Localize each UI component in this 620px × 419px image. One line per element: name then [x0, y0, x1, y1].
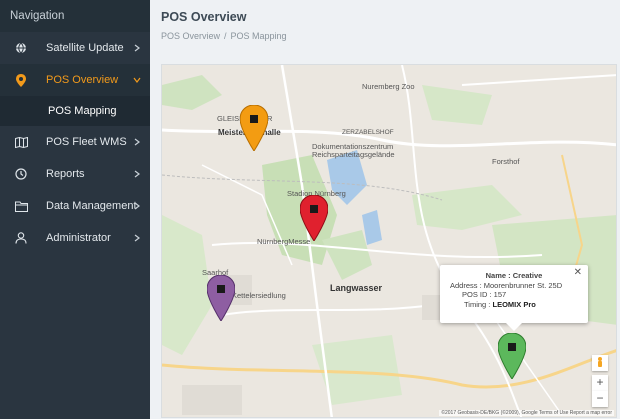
- close-icon[interactable]: ✕: [574, 268, 582, 278]
- sidebar: Navigation Satellite Update POS Overview…: [0, 0, 150, 419]
- info-timing-label: Timing :: [464, 299, 491, 309]
- info-name: Name : Creative: [485, 271, 543, 280]
- clock-icon: [14, 167, 28, 181]
- sidebar-item-administrator[interactable]: Administrator: [0, 222, 150, 254]
- sidebar-item-data-management[interactable]: Data Management: [0, 190, 150, 222]
- breadcrumb: POS Overview / POS Mapping: [161, 31, 287, 41]
- map-attribution: ©2017 Geobasis-DE/BKG (©2009), Google Te…: [439, 410, 614, 416]
- main-content: POS Overview POS Overview /POS Mapping: [150, 0, 620, 419]
- map-label-kettelersiedlung: Kettelersiedlung: [232, 291, 286, 300]
- zoom-out-button[interactable]: −: [592, 391, 608, 407]
- sidebar-item-label: POS Overview: [46, 74, 119, 86]
- map-label-forsthof: Forsthof: [492, 157, 520, 166]
- breadcrumb-separator: /: [224, 31, 227, 41]
- map-fold-icon: [14, 135, 28, 149]
- purple-pin[interactable]: [207, 275, 235, 321]
- page-title: POS Overview: [161, 10, 247, 24]
- info-address: Address : Moorenbrunner St. 25D: [450, 280, 563, 290]
- map-label-langwasser: Langwasser: [330, 283, 383, 293]
- info-pos-id: POS ID : 157: [462, 290, 507, 299]
- chevron-right-icon: [132, 137, 142, 147]
- sidebar-item-label: Satellite Update: [46, 42, 124, 54]
- nav-title: Navigation: [0, 0, 150, 32]
- sidebar-item-reports[interactable]: Reports: [0, 158, 150, 190]
- globe-icon: [14, 41, 28, 55]
- zoom-in-button[interactable]: +: [592, 375, 608, 391]
- chevron-right-icon: [132, 201, 142, 211]
- map-label-nuremberg-zoo: Nuremberg Zoo: [362, 82, 415, 91]
- info-timing-value: LEOMIX Pro: [492, 299, 536, 309]
- breadcrumb-item-pos-overview[interactable]: POS Overview: [161, 31, 220, 41]
- sidebar-item-label: Reports: [46, 168, 85, 180]
- orange-pin[interactable]: [240, 105, 268, 151]
- breadcrumb-item-pos-mapping: POS Mapping: [230, 31, 287, 41]
- street-view-pegman-icon[interactable]: [592, 355, 608, 371]
- chevron-right-icon: [132, 169, 142, 179]
- sidebar-item-satellite-update[interactable]: Satellite Update: [0, 32, 150, 64]
- info-window: ✕ Name : Creative Address : Moorenbrunne…: [440, 265, 588, 331]
- chevron-right-icon: [132, 43, 142, 53]
- info-timing: Timing : LEOMIX Pro: [450, 300, 578, 310]
- map-pin-icon: [14, 73, 28, 87]
- sidebar-item-pos-fleet-wms[interactable]: POS Fleet WMS: [0, 126, 150, 158]
- sidebar-item-label: Administrator: [46, 232, 111, 244]
- green-pin[interactable]: [498, 333, 526, 379]
- chevron-down-icon: [132, 75, 142, 85]
- sidebar-subitem-pos-mapping[interactable]: POS Mapping: [0, 96, 150, 126]
- user-icon: [14, 231, 28, 245]
- chevron-right-icon: [132, 233, 142, 243]
- map-label-dokuzentrum: Dokumentationszentrum Reichsparteitagsge…: [312, 142, 395, 159]
- map-canvas[interactable]: Nuremberg Zoo GLEISHAMMER Meistersinghal…: [161, 64, 617, 418]
- sidebar-item-label: Data Management: [46, 200, 137, 212]
- red-pin[interactable]: [300, 195, 328, 241]
- sidebar-item-label: POS Fleet WMS: [46, 136, 127, 148]
- folder-icon: [14, 199, 28, 213]
- sidebar-item-pos-overview[interactable]: POS Overview: [0, 64, 150, 96]
- map-label-zerzabelshof: ZERZABELSHOF: [342, 129, 394, 136]
